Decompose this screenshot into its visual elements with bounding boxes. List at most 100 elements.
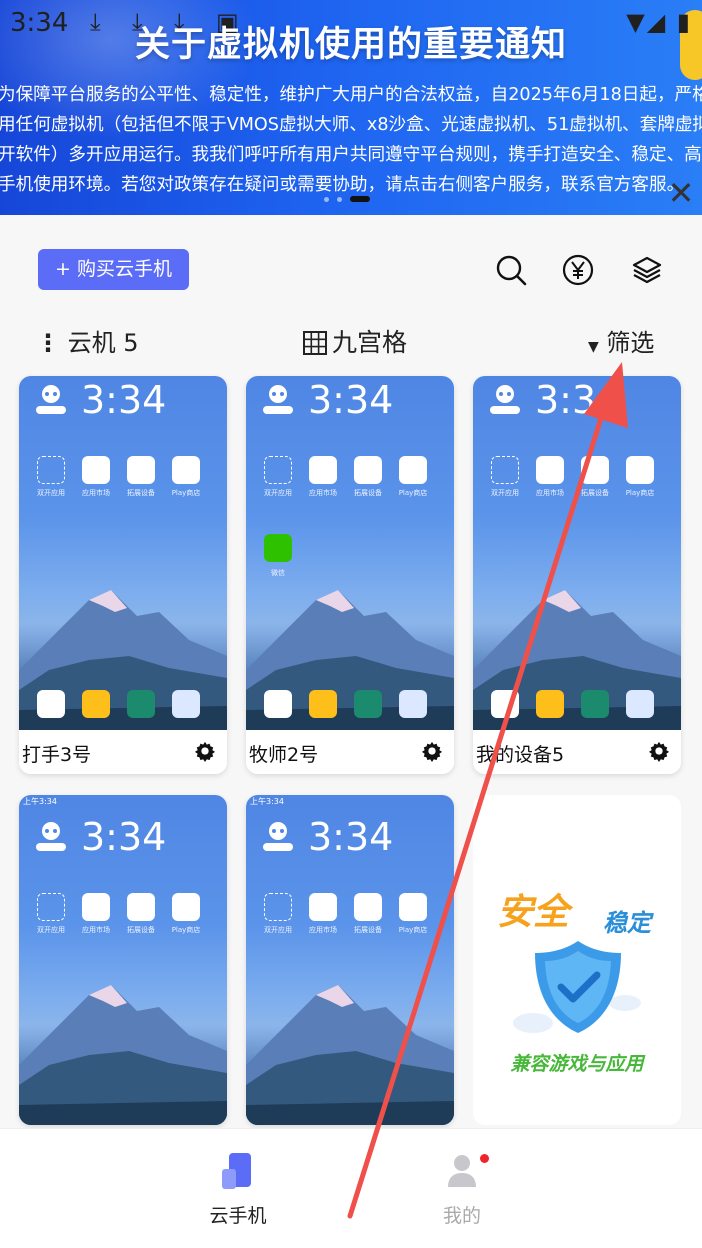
device-screen[interactable]: 3:34 双开应用 应用市场 拓展设备 Play商店 微信 bbox=[246, 376, 454, 730]
app-icon bbox=[127, 893, 155, 921]
app-icon bbox=[264, 456, 292, 484]
bottom-navigation: 云手机 我的 bbox=[0, 1128, 702, 1248]
dock-app-icon bbox=[172, 690, 200, 718]
robot-logo-icon bbox=[36, 385, 66, 414]
shield-icon bbox=[513, 941, 641, 1033]
screen-clock: 3:34 bbox=[81, 378, 167, 422]
nav-mine[interactable]: 我的 bbox=[402, 1151, 522, 1228]
nav-cloud-phone-label: 云手机 bbox=[209, 1205, 267, 1227]
dock-app-icon bbox=[264, 690, 292, 718]
app-icon bbox=[581, 456, 609, 484]
device-card[interactable]: 3:34 双开应用 应用市场 拓展设备 Play商店 我的设备5 bbox=[473, 376, 681, 774]
buy-cloud-phone-button[interactable]: + 购买云手机 bbox=[38, 249, 189, 290]
dock-app-icon bbox=[309, 690, 337, 718]
app-icon bbox=[491, 456, 519, 484]
list-header: ⋮ 云机 5 九宫格 ▼ 筛选 bbox=[0, 323, 702, 363]
device-name: 牧师2号 bbox=[249, 744, 319, 766]
app-label: Play商店 bbox=[171, 926, 201, 934]
app-icon bbox=[536, 456, 564, 484]
nav-cloud-phone[interactable]: 云手机 bbox=[178, 1151, 298, 1228]
carousel-dot[interactable] bbox=[324, 196, 329, 202]
carousel-dot-active[interactable] bbox=[350, 196, 370, 202]
app-icon bbox=[172, 893, 200, 921]
screen-clock: 3:34 bbox=[308, 378, 394, 422]
yen-icon[interactable] bbox=[561, 253, 595, 287]
robot-logo-icon bbox=[36, 822, 66, 851]
wechat-icon bbox=[264, 534, 292, 562]
promo-card[interactable]: 安全 稳定 兼容游戏与应用 bbox=[473, 795, 681, 1125]
grid-icon bbox=[303, 331, 327, 355]
device-screen[interactable]: 上午3:34 3:34 双开应用 应用市场 拓展设备 Play商店 bbox=[19, 795, 227, 1125]
device-screen[interactable]: 上午3:34 3:34 双开应用 应用市场 拓展设备 Play商店 bbox=[246, 795, 454, 1125]
layers-icon[interactable] bbox=[630, 253, 664, 287]
device-card-footer: 打手3号 bbox=[19, 730, 227, 774]
gear-icon[interactable] bbox=[421, 740, 443, 762]
dock-app-icon bbox=[626, 690, 654, 718]
screen-clock: 3:34 bbox=[535, 378, 621, 422]
grid-mode-label: 九宫格 bbox=[332, 328, 408, 357]
app-icon bbox=[399, 456, 427, 484]
carousel-dots[interactable] bbox=[324, 196, 370, 202]
app-icon bbox=[37, 456, 65, 484]
dock-app-icon bbox=[354, 690, 382, 718]
promo-title-1: 安全 bbox=[497, 892, 570, 933]
dock-app-icon bbox=[399, 690, 427, 718]
device-screen[interactable]: 3:34 双开应用 应用市场 拓展设备 Play商店 bbox=[19, 376, 227, 730]
cloud-count-label: 云机 5 bbox=[67, 329, 139, 357]
cloud-count[interactable]: ⋮ 云机 5 bbox=[36, 323, 139, 363]
app-icon bbox=[399, 893, 427, 921]
dock-app-icon bbox=[127, 690, 155, 718]
grid-mode-toggle[interactable]: 九宫格 bbox=[302, 323, 407, 363]
device-card-footer: 牧师2号 bbox=[246, 730, 454, 774]
screen-clock: 3:34 bbox=[308, 815, 394, 859]
mountain-wallpaper bbox=[19, 985, 227, 1125]
dock-app-icon bbox=[491, 690, 519, 718]
device-name: 打手3号 bbox=[22, 744, 92, 766]
device-screen[interactable]: 3:34 双开应用 应用市场 拓展设备 Play商店 bbox=[473, 376, 681, 730]
screen-status-bar: 上午3:34 bbox=[23, 797, 57, 806]
mountain-wallpaper bbox=[246, 985, 454, 1125]
app-icon bbox=[127, 456, 155, 484]
app-icon bbox=[354, 456, 382, 484]
dock-app-icon bbox=[82, 690, 110, 718]
app-label: Play商店 bbox=[398, 926, 428, 934]
device-name: 我的设备5 bbox=[476, 744, 565, 766]
filter-label: 筛选 bbox=[606, 329, 655, 357]
dock-app-icon bbox=[536, 690, 564, 718]
app-icon bbox=[82, 456, 110, 484]
banner-line: 为保障平台服务的公平性、稳定性，维护广大用户的合法权益，自2025年6月18日起… bbox=[0, 85, 702, 105]
device-card[interactable]: 上午3:34 3:34 双开应用 应用市场 拓展设备 Play商店 bbox=[19, 795, 227, 1125]
app-label: Play商店 bbox=[625, 489, 655, 497]
app-icon bbox=[354, 893, 382, 921]
app-icon bbox=[82, 893, 110, 921]
banner-title: 关于虚拟机使用的重要通知 bbox=[134, 25, 567, 65]
device-card[interactable]: 上午3:34 3:34 双开应用 应用市场 拓展设备 Play商店 bbox=[246, 795, 454, 1125]
app-icon bbox=[37, 893, 65, 921]
dock-app-icon bbox=[37, 690, 65, 718]
app-label: Play商店 bbox=[398, 489, 428, 497]
device-card-footer: 我的设备5 bbox=[473, 730, 681, 774]
app-label: Play商店 bbox=[171, 489, 201, 497]
app-icon bbox=[264, 893, 292, 921]
app-icon bbox=[626, 456, 654, 484]
device-card[interactable]: 3:34 双开应用 应用市场 拓展设备 Play商店 打手3号 bbox=[19, 376, 227, 774]
notification-dot bbox=[480, 1154, 489, 1163]
promo-subtitle: 兼容游戏与应用 bbox=[510, 1053, 644, 1075]
screen-clock: 3:34 bbox=[81, 815, 167, 859]
gear-icon[interactable] bbox=[648, 740, 670, 762]
device-card[interactable]: 3:34 双开应用 应用市场 拓展设备 Play商店 微信 牧师2号 bbox=[246, 376, 454, 774]
caret-down-icon: ▼ bbox=[588, 339, 599, 355]
filter-button[interactable]: ▼ 筛选 bbox=[588, 323, 654, 367]
carousel-dot[interactable] bbox=[337, 196, 342, 202]
robot-logo-icon bbox=[263, 385, 293, 414]
app-icon bbox=[309, 893, 337, 921]
robot-logo-icon bbox=[263, 822, 293, 851]
search-icon[interactable] bbox=[494, 253, 528, 287]
close-icon[interactable]: ✕ bbox=[666, 177, 696, 209]
notice-banner[interactable]: 3:34 ⤓ ⤓ ⤓ ▣ ▼◢ ▮ 关于虚拟机使用的重要通知 为保障平台服务的公… bbox=[0, 0, 702, 215]
gear-icon[interactable] bbox=[194, 740, 216, 762]
banner-line: 开软件）多开应用运行。我我们呼吁所有用户共同遵守平台规则，携手打造安全、稳定、高 bbox=[0, 145, 702, 165]
cloud-phone-icon bbox=[222, 1153, 251, 1189]
robot-logo-icon bbox=[490, 385, 520, 414]
user-icon bbox=[448, 1155, 476, 1187]
